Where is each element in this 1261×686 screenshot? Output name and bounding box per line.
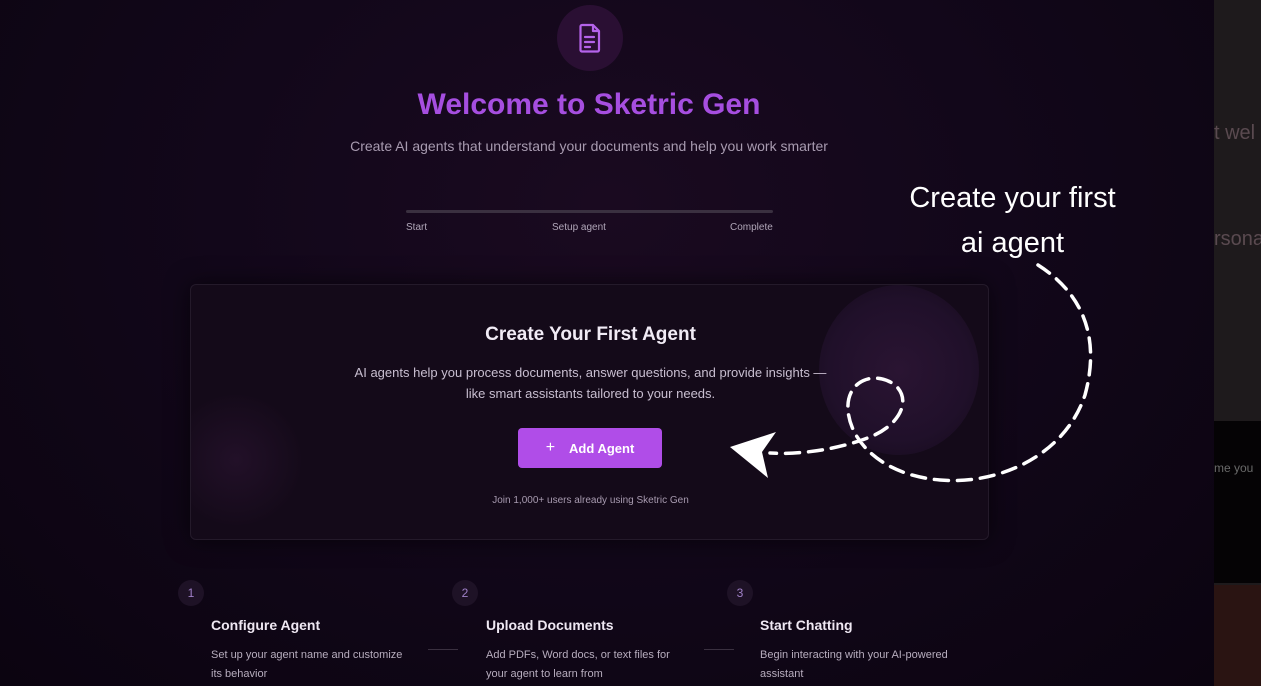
step-separator bbox=[428, 649, 458, 650]
step-description-line: Add PDFs, Word docs, or text files for bbox=[486, 649, 670, 661]
background-text-fragment: me you bbox=[1214, 461, 1254, 475]
background-text-fragment: rsona bbox=[1214, 228, 1261, 250]
step-number-badge: 2 bbox=[452, 580, 478, 606]
background-window-fragment: t wel rsona me you bbox=[1214, 0, 1261, 686]
step-description: Add PDFs, Word docs, or text files for y… bbox=[486, 646, 696, 684]
step-description-line: its behavior bbox=[211, 668, 268, 680]
step-title: Configure Agent bbox=[211, 617, 321, 633]
step-number-badge: 1 bbox=[178, 580, 204, 606]
step-description-line: your agent to learn from bbox=[486, 668, 603, 680]
welcome-page: Welcome to Sketric Gen Create AI agents … bbox=[0, 0, 1214, 686]
step-separator bbox=[704, 649, 734, 650]
background-panel bbox=[1214, 585, 1261, 686]
step-description-line: Begin interacting with your AI-powered bbox=[760, 649, 948, 661]
background-text-fragment: t wel bbox=[1214, 122, 1256, 144]
step-description-line: assistant bbox=[760, 668, 804, 680]
step-title: Upload Documents bbox=[486, 617, 614, 633]
background-panel: me you bbox=[1214, 421, 1261, 583]
step-description: Begin interacting with your AI-powered a… bbox=[760, 646, 970, 684]
annotation-arrow-path bbox=[768, 263, 1093, 483]
step-description-line: Set up your agent name and customize bbox=[211, 649, 403, 661]
step-number-badge: 3 bbox=[727, 580, 753, 606]
step-description: Set up your agent name and customize its… bbox=[211, 646, 421, 684]
arrow-head-icon bbox=[730, 432, 776, 478]
step-title: Start Chatting bbox=[760, 617, 853, 633]
